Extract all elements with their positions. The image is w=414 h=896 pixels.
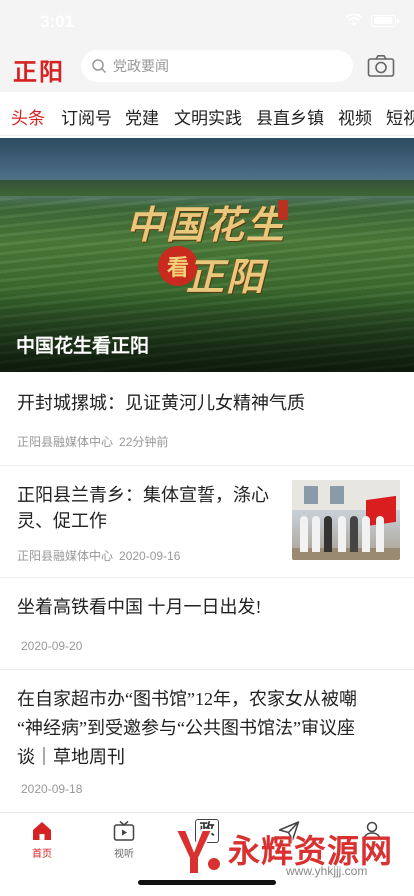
- news-title: 坐着高铁看中国 十月一日出发!: [17, 597, 262, 617]
- news-item[interactable]: 在自家超市办“图书馆”12年，农家女从被嘲 “神经病”到受邀参与“公共图书馆法”…: [0, 670, 414, 812]
- news-item[interactable]: 正阳县兰青乡：集体宣誓，涤心 灵、促工作 正阳县融媒体中心 2020-09-16: [0, 466, 414, 578]
- camera-icon[interactable]: [367, 54, 395, 78]
- news-meta: 正阳县融媒体中心 2020-09-16: [17, 547, 180, 564]
- news-thumbnail: [292, 480, 400, 560]
- search-placeholder: 党政要闻: [113, 58, 169, 74]
- app-logo[interactable]: 正阳: [13, 52, 65, 87]
- news-title-line-2: “神经病”到受邀参与“公共图书馆法”审议座: [17, 718, 355, 738]
- news-title: 开封城摞城：见证黄河儿女精神气质: [17, 393, 305, 413]
- watermark-url: www.yhkjjj.com: [286, 864, 368, 878]
- tab-party-building[interactable]: 党建: [125, 104, 159, 129]
- hero-title: 中国花生看正阳: [16, 336, 150, 357]
- news-source: 正阳县融媒体中心: [17, 549, 114, 563]
- app-header: 3:01 正阳 党政要闻: [0, 0, 414, 92]
- tab-video[interactable]: 视频: [338, 104, 372, 129]
- nav-home-label: 首页: [32, 849, 52, 860]
- hero-banner[interactable]: 中国花生 看 正阳 中国花生看正阳: [0, 138, 414, 372]
- channel-tabs: 头条 订阅号 党建 文明实践 县直乡镇 视频 短视: [0, 92, 414, 136]
- news-time: 2020-09-18: [21, 782, 83, 796]
- calligraphy-stamp: [278, 200, 288, 220]
- news-title-line-2: 灵、促工作: [17, 511, 107, 531]
- status-icons: [345, 14, 399, 27]
- news-title-line-3: 谈｜草地周刊: [17, 747, 125, 767]
- news-time: 2020-09-20: [21, 639, 83, 653]
- news-item[interactable]: 坐着高铁看中国 十月一日出发! 2020-09-20: [0, 578, 414, 670]
- news-item[interactable]: 开封城摞城：见证黄河儿女精神气质 正阳县融媒体中心 22分钟前: [0, 372, 414, 466]
- tab-county-towns[interactable]: 县直乡镇: [256, 104, 324, 129]
- battery-icon: [371, 14, 399, 27]
- watermark-logo: [174, 829, 222, 875]
- watermark: 永辉资源网 www.yhkjjj.com: [170, 822, 410, 886]
- news-meta: 正阳县融媒体中心 22分钟前: [17, 433, 168, 450]
- home-icon: [33, 822, 51, 840]
- nav-home[interactable]: 首页: [12, 819, 72, 860]
- tab-headlines[interactable]: 头条: [11, 104, 45, 129]
- news-title-line-1: 在自家超市办“图书馆”12年，农家女从被嘲: [17, 689, 357, 709]
- nav-audiovisual-label: 视听: [114, 849, 134, 860]
- news-time: 2020-09-16: [119, 549, 181, 563]
- tab-short-video[interactable]: 短视: [386, 104, 414, 129]
- tv-icon: [113, 820, 135, 841]
- tab-subscriptions[interactable]: 订阅号: [61, 104, 112, 129]
- news-source: 正阳县融媒体中心: [17, 435, 114, 449]
- home-indicator: [138, 880, 276, 885]
- wifi-icon: [345, 14, 363, 26]
- calligraphy-line-1: 中国花生: [126, 205, 287, 247]
- status-time: 3:01: [40, 12, 75, 31]
- hero-calligraphy: 中国花生 看 正阳: [126, 194, 296, 304]
- nav-audiovisual[interactable]: 视听: [94, 819, 154, 860]
- search-icon: [92, 59, 107, 74]
- search-input[interactable]: 党政要闻: [81, 50, 353, 82]
- tab-civilization[interactable]: 文明实践: [174, 104, 242, 129]
- news-time: 22分钟前: [119, 435, 169, 449]
- status-bar: 3:01: [0, 0, 414, 44]
